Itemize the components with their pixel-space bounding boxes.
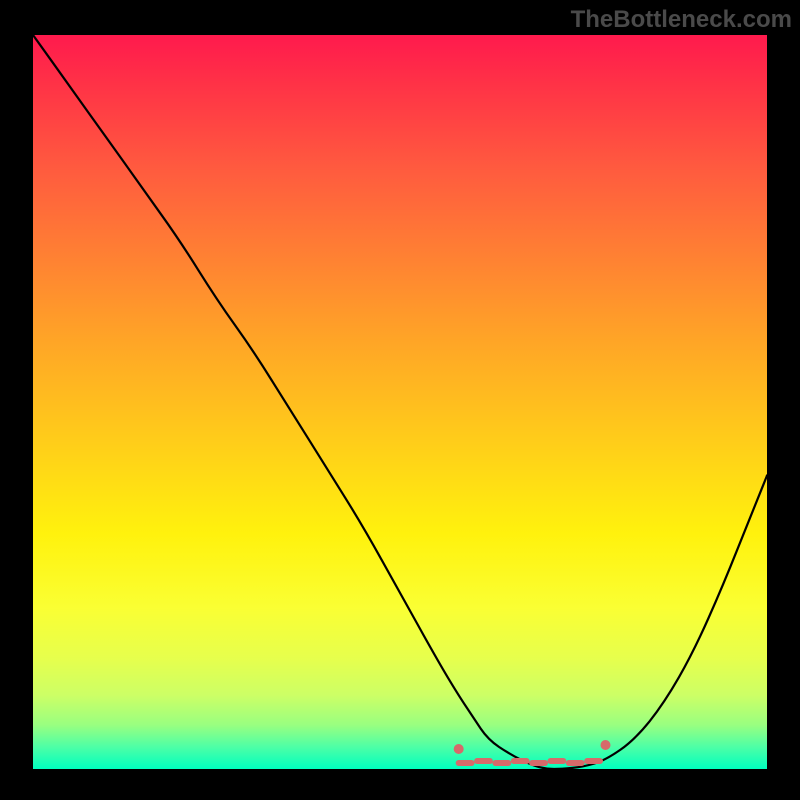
chart-area xyxy=(33,35,767,769)
flat-region-endpoint xyxy=(454,744,464,754)
chart-svg xyxy=(33,35,767,769)
watermark-text: TheBottleneck.com xyxy=(571,6,792,34)
flat-region-endpoint xyxy=(601,740,611,750)
bottleneck-curve-line xyxy=(33,35,767,769)
flat-region-markers xyxy=(454,740,611,763)
